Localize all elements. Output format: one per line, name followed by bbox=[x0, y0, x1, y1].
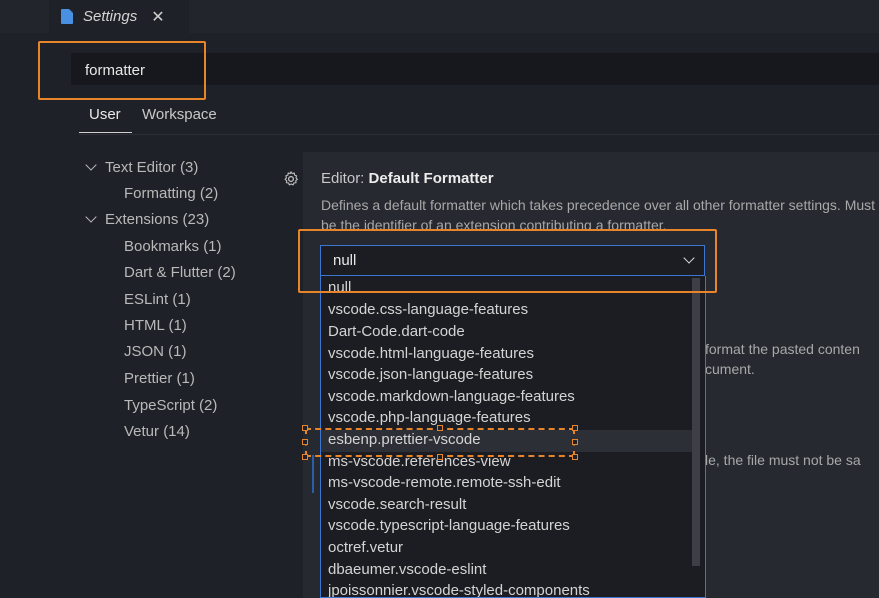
selection-handle bbox=[437, 454, 443, 460]
dropdown-option[interactable]: vscode.php-language-features bbox=[328, 409, 531, 426]
selection-handle bbox=[572, 454, 578, 460]
toc-label: Text Editor (3) bbox=[105, 159, 199, 176]
active-tab-underline bbox=[79, 132, 132, 133]
toc-item-bookmarks[interactable]: Bookmarks (1) bbox=[124, 238, 222, 255]
dropdown-option[interactable]: Dart-Code.dart-code bbox=[328, 323, 465, 340]
annotation-highlight-search bbox=[38, 41, 206, 100]
scope-divider bbox=[79, 134, 879, 135]
dropdown-option[interactable]: jpoissonnier.vscode-styled-components bbox=[328, 582, 590, 597]
dropdown-option[interactable]: ms-vscode-remote.remote-ssh-edit bbox=[328, 474, 561, 491]
toc-label: Prettier (1) bbox=[124, 370, 195, 387]
selection-handle bbox=[302, 454, 308, 460]
toc-item-prettier[interactable]: Prettier (1) bbox=[124, 370, 195, 387]
selection-handle bbox=[302, 439, 308, 445]
toc-label: JSON (1) bbox=[124, 343, 187, 360]
dropdown-option[interactable]: vscode.typescript-language-features bbox=[328, 517, 570, 534]
dropdown-option[interactable]: vscode.html-language-features bbox=[328, 345, 534, 362]
toc-item-dart-flutter[interactable]: Dart & Flutter (2) bbox=[124, 264, 236, 281]
chevron-down-icon bbox=[85, 211, 97, 223]
dropdown-option[interactable]: vscode.css-language-features bbox=[328, 301, 528, 318]
dropdown-option[interactable]: vscode.json-language-features bbox=[328, 366, 533, 383]
toc-label: Vetur (14) bbox=[124, 423, 190, 440]
setting-name: Default Formatter bbox=[368, 170, 494, 187]
editor-tab-bar: Settings ✕ bbox=[0, 0, 879, 33]
dropdown-scrollbar[interactable] bbox=[692, 278, 700, 566]
toc-label: Dart & Flutter (2) bbox=[124, 264, 236, 281]
setting-category: Editor: bbox=[321, 170, 369, 187]
annotation-highlight-option bbox=[305, 428, 575, 457]
toc-item-formatting[interactable]: Formatting (2) bbox=[124, 185, 218, 202]
toc-label: Extensions (23) bbox=[105, 211, 210, 228]
obscured-setting-text: format the pasted conten bbox=[705, 341, 860, 357]
close-icon[interactable]: ✕ bbox=[151, 7, 164, 27]
toc-label: ESLint (1) bbox=[124, 291, 191, 308]
tab-user[interactable]: User bbox=[89, 106, 121, 123]
annotation-highlight-select bbox=[298, 229, 717, 293]
toc-label: Formatting (2) bbox=[124, 185, 219, 202]
toc-item-json[interactable]: JSON (1) bbox=[124, 343, 187, 360]
tab-title: Settings bbox=[83, 8, 138, 25]
selection-handle bbox=[302, 425, 308, 431]
setting-description: Defines a default formatter which takes … bbox=[321, 197, 876, 231]
setting-title: Editor: Default Formatter bbox=[321, 170, 494, 187]
chevron-down-icon bbox=[85, 159, 97, 171]
dropdown-option[interactable]: dbaeumer.vscode-eslint bbox=[328, 561, 486, 578]
settings-file-icon bbox=[61, 9, 73, 24]
toc-item-text-editor[interactable]: Text Editor (3) bbox=[85, 159, 199, 176]
gear-icon[interactable] bbox=[282, 170, 300, 188]
dropdown-option[interactable]: octref.vetur bbox=[328, 539, 403, 556]
tab-settings[interactable]: Settings ✕ bbox=[49, 0, 189, 33]
toc-label: TypeScript (2) bbox=[124, 397, 218, 414]
selection-handle bbox=[572, 439, 578, 445]
dropdown-option[interactable]: vscode.markdown-language-features bbox=[328, 388, 575, 405]
obscured-setting-text: cument. bbox=[705, 361, 755, 377]
toc-item-eslint[interactable]: ESLint (1) bbox=[124, 291, 191, 308]
selection-handle bbox=[437, 425, 443, 431]
toc-item-typescript[interactable]: TypeScript (2) bbox=[124, 397, 217, 414]
focus-indicator bbox=[312, 455, 314, 493]
tab-workspace[interactable]: Workspace bbox=[142, 106, 217, 123]
toc-item-vetur[interactable]: Vetur (14) bbox=[124, 423, 190, 440]
selection-handle bbox=[572, 425, 578, 431]
toc-item-html[interactable]: HTML (1) bbox=[124, 317, 187, 334]
toc-item-extensions[interactable]: Extensions (23) bbox=[85, 211, 210, 228]
toc-label: Bookmarks (1) bbox=[124, 238, 222, 255]
dropdown-option[interactable]: vscode.search-result bbox=[328, 496, 466, 513]
toc-label: HTML (1) bbox=[124, 317, 187, 334]
obscured-setting-text: le, the file must not be sa bbox=[705, 452, 861, 468]
